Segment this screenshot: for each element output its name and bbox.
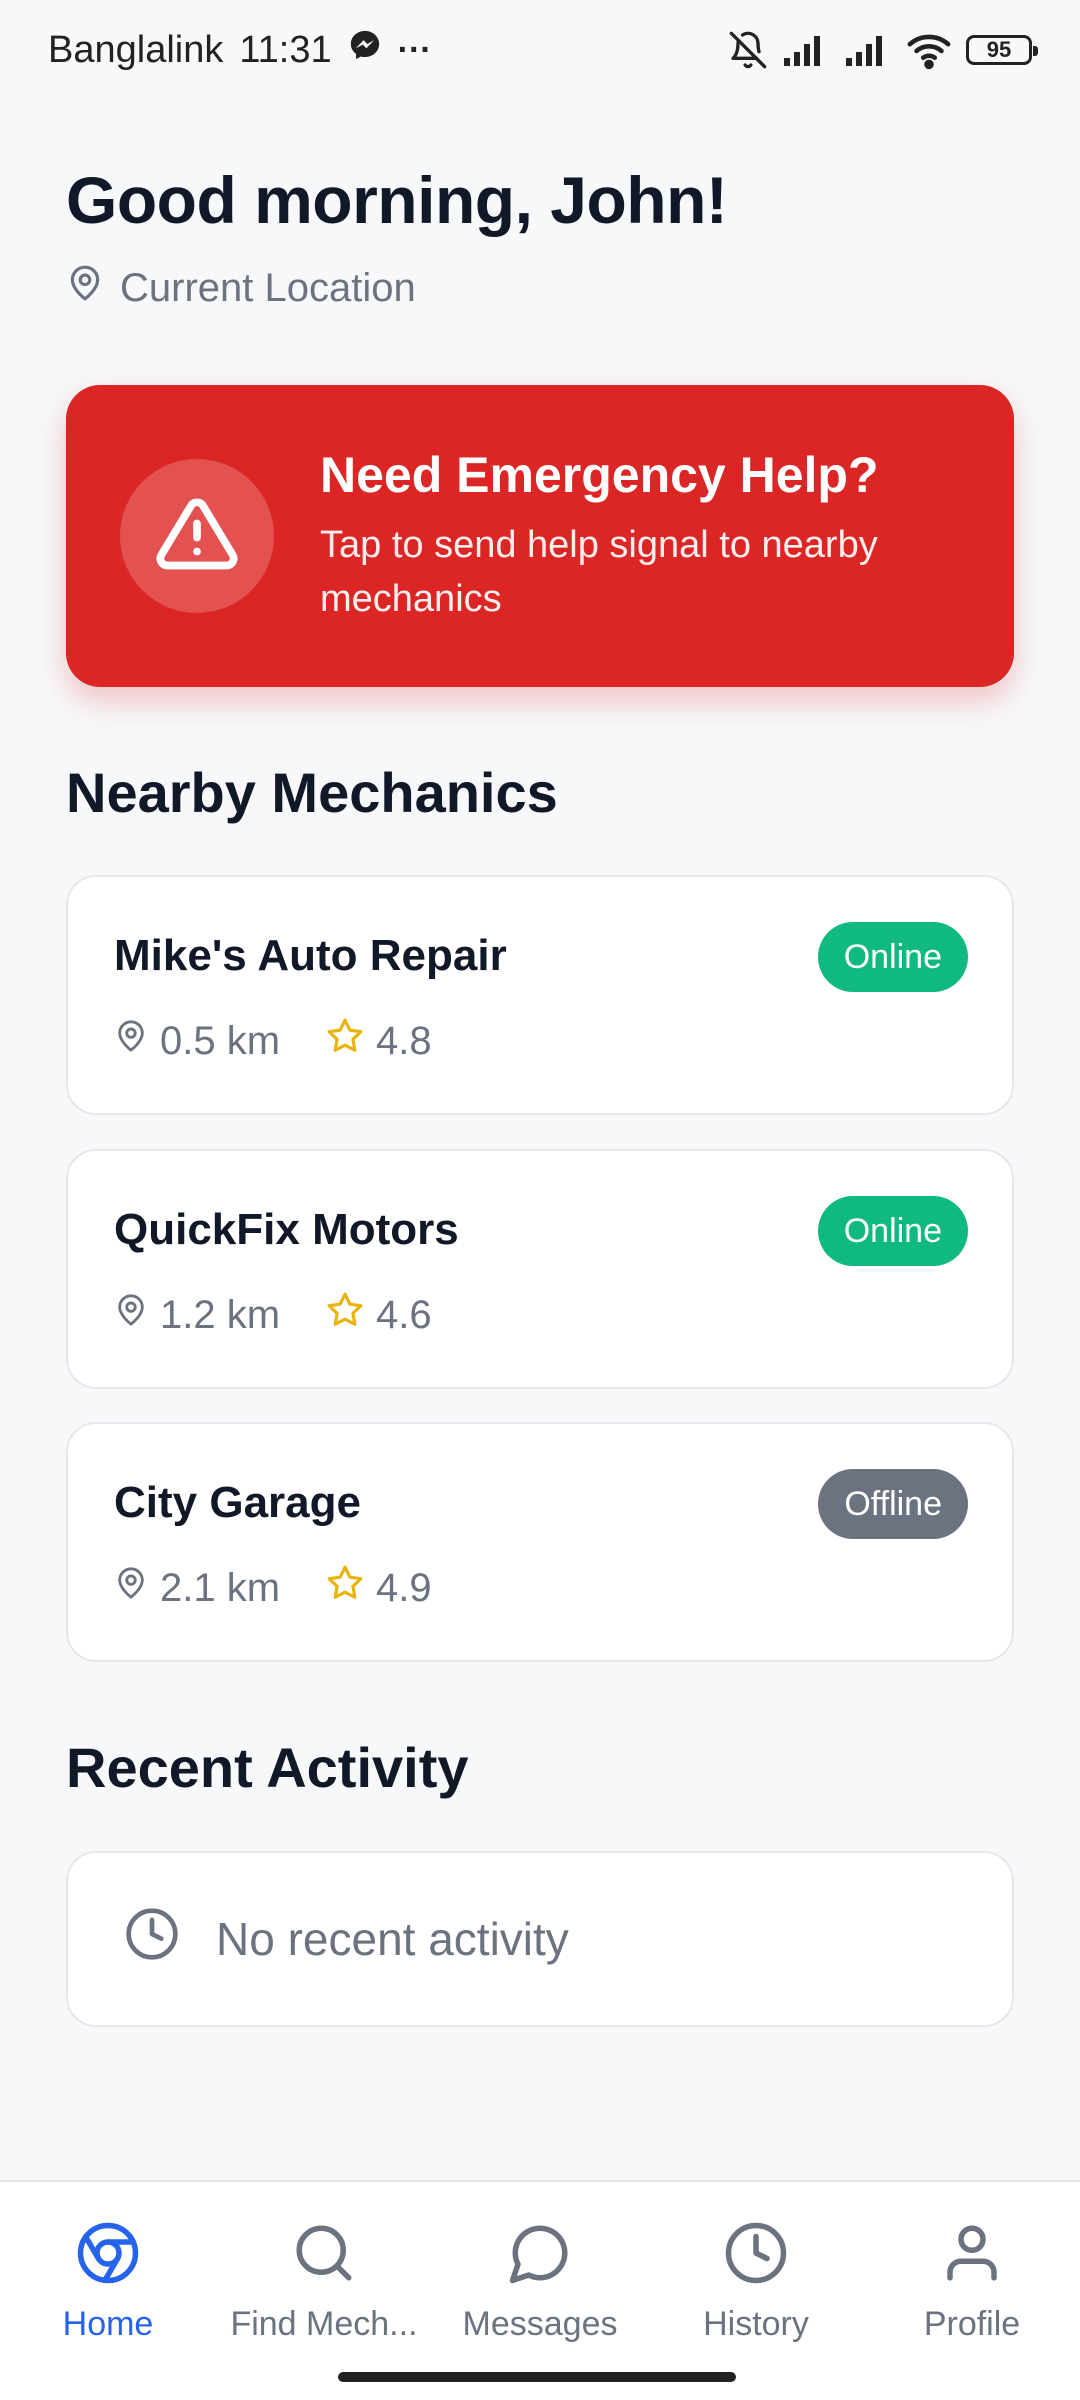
mechanic-distance: 1.2 km (160, 1292, 281, 1337)
mechanic-meta: 0.5 km 4.8 (114, 1017, 478, 1065)
mechanic-distance: 2.1 km (160, 1565, 281, 1610)
status-bar: Banglalink 11:31 ··· 95 (0, 0, 1080, 100)
nav-label: Find Mech... (230, 2305, 418, 2343)
distance-group: 0.5 km (114, 1018, 280, 1064)
emergency-subtitle: Tap to send help signal to nearby mechan… (320, 524, 878, 620)
home-icon (75, 2220, 141, 2295)
distance-group: 2.1 km (114, 1565, 280, 1611)
nav-profile[interactable]: Profile (864, 2220, 1080, 2400)
carrier-name: Banglalink (48, 28, 224, 71)
status-badge: Online (817, 922, 968, 992)
warning-triangle-icon (155, 492, 239, 581)
emergency-title: Need Emergency Help? (320, 447, 879, 503)
rating-group: 4.8 (326, 1017, 432, 1065)
status-badge: Offline (818, 1469, 968, 1539)
wifi-icon (906, 30, 952, 70)
mechanic-rating: 4.9 (376, 1565, 432, 1610)
nav-label: Profile (923, 2305, 1021, 2343)
home-indicator[interactable] (338, 2372, 736, 2382)
mechanic-name: Mike's Auto Repair (114, 931, 507, 980)
user-icon (939, 2220, 1005, 2295)
map-pin-icon (114, 1292, 148, 1338)
clock: 11:31 (239, 28, 332, 71)
messenger-icon (348, 28, 382, 72)
nearby-mechanics-heading: Nearby Mechanics (66, 761, 558, 824)
mechanic-card[interactable]: City Garage Offline 2.1 km 4.9 (66, 1422, 1014, 1662)
star-icon (326, 1564, 364, 1612)
mechanic-name: QuickFix Motors (114, 1205, 459, 1254)
message-icon (507, 2220, 573, 2295)
status-right: 95 (728, 30, 1038, 70)
emergency-text: Need Emergency Help? Tap to send help si… (320, 446, 960, 626)
map-pin-icon (66, 262, 104, 314)
signal-icon (782, 32, 830, 68)
rating-group: 4.9 (326, 1564, 432, 1612)
distance-group: 1.2 km (114, 1292, 280, 1338)
mechanic-rating: 4.6 (376, 1292, 432, 1337)
rating-group: 4.6 (326, 1291, 432, 1339)
clock-icon (124, 1906, 180, 1973)
mechanic-card[interactable]: Mike's Auto Repair Online 0.5 km 4.8 (66, 875, 1014, 1115)
emergency-help-button[interactable]: Need Emergency Help? Tap to send help si… (66, 385, 1014, 687)
app-screen: Banglalink 11:31 ··· 95 Good morning, Jo… (0, 0, 1080, 2400)
map-pin-icon (114, 1565, 148, 1611)
empty-activity-text: No recent activity (216, 1913, 569, 1965)
more-dots: ··· (397, 30, 432, 69)
search-icon (291, 2220, 357, 2295)
location-label: Current Location (120, 265, 416, 310)
mechanic-meta: 1.2 km 4.6 (114, 1291, 478, 1339)
nav-label: History (703, 2305, 809, 2343)
emergency-icon-container (120, 459, 274, 613)
signal-icon-2 (844, 32, 892, 68)
recent-activity-empty: No recent activity (66, 1851, 1014, 2027)
greeting-title: Good morning, John! (66, 163, 728, 237)
status-left: Banglalink 11:31 ··· (48, 28, 432, 72)
status-badge: Online (817, 1196, 968, 1266)
star-icon (326, 1017, 364, 1065)
mechanic-name: City Garage (114, 1478, 361, 1527)
bell-off-icon (728, 30, 768, 70)
mechanic-meta: 2.1 km 4.9 (114, 1564, 478, 1612)
bottom-nav: Home Find Mech... Messages History Profi… (0, 2180, 1080, 2400)
map-pin-icon (114, 1018, 148, 1064)
mechanic-rating: 4.8 (376, 1018, 432, 1063)
star-icon (326, 1291, 364, 1339)
current-location[interactable]: Current Location (66, 262, 416, 314)
battery-indicator: 95 (966, 35, 1038, 65)
nav-label: Home (62, 2305, 154, 2343)
nav-label: Messages (462, 2305, 618, 2343)
clock-icon (723, 2220, 789, 2295)
recent-activity-heading: Recent Activity (66, 1736, 469, 1799)
mechanic-distance: 0.5 km (160, 1018, 281, 1063)
nav-home[interactable]: Home (0, 2220, 216, 2400)
mechanic-card[interactable]: QuickFix Motors Online 1.2 km 4.6 (66, 1149, 1014, 1389)
